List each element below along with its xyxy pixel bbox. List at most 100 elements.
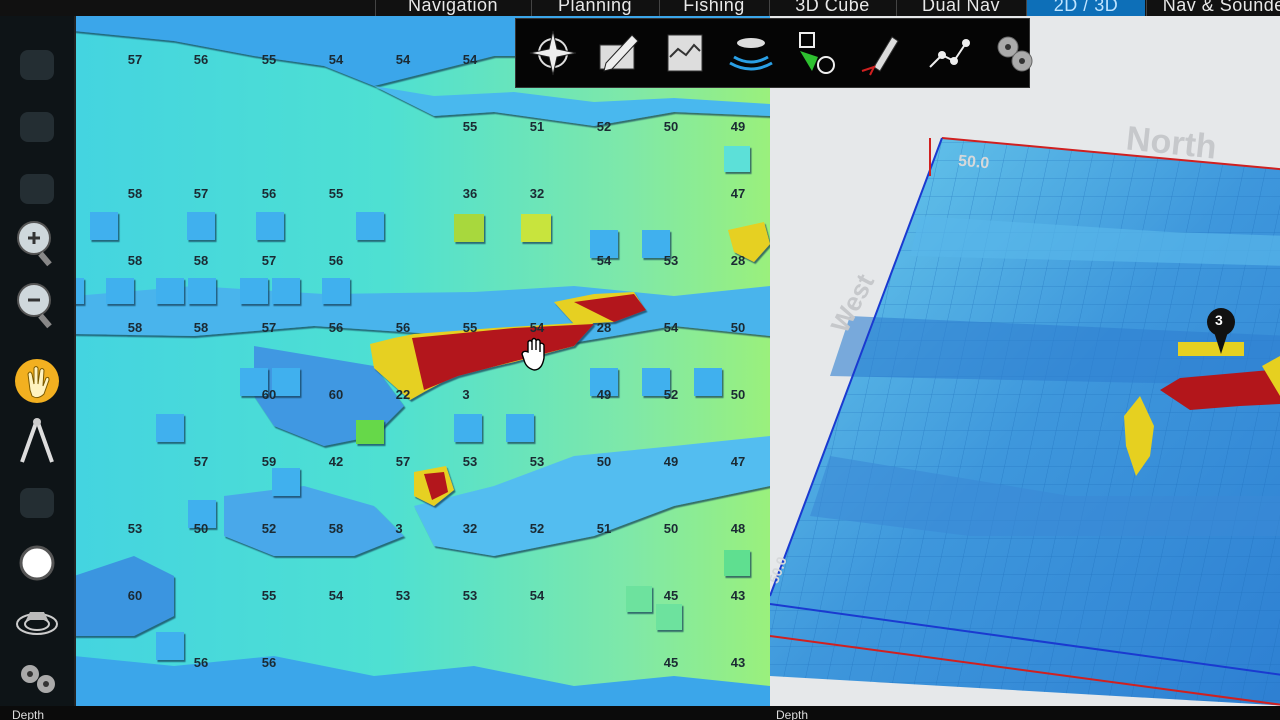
depth-sounding-label: 56: [261, 186, 277, 201]
pan-hand-icon[interactable]: [10, 354, 64, 408]
boat-route-icon[interactable]: [922, 27, 976, 79]
depth-sounding-label: 50: [663, 521, 679, 536]
settings-gears-icon[interactable]: [988, 27, 1042, 79]
depth-sounding-label: 50: [730, 320, 746, 335]
depth-sounding-label: 28: [730, 253, 746, 268]
center-boat-icon[interactable]: [10, 536, 64, 590]
depth-sounding-label: 53: [663, 253, 679, 268]
depth-sounding-label: 50: [730, 387, 746, 402]
depth-sounding-label: 45: [663, 655, 679, 670]
depth-sounding-label: 49: [596, 387, 612, 402]
depth-sounding-label: 55: [261, 52, 277, 67]
depth-sounding-label: 43: [730, 655, 746, 670]
range-rings-icon[interactable]: [10, 594, 64, 648]
depth-sounding-label: 54: [395, 52, 411, 67]
depth-sounding-label: 53: [529, 454, 545, 469]
settings-gears-icon[interactable]: [10, 650, 64, 704]
track-pen-icon[interactable]: [856, 27, 910, 79]
depth-sounding-label: 53: [127, 521, 143, 536]
left-tool-rail: [0, 16, 76, 706]
depth-sounding-label: 43: [730, 588, 746, 603]
left-depth-readout-label: Depth: [12, 708, 45, 720]
map-2d-view[interactable]: 57 56 55 54 54 54 55 51 52 50 49 58 57 56 55 36 32 47 58 58…: [74, 16, 770, 706]
depth-sounding-label: 56: [261, 655, 277, 670]
depth-sounding-label: 58: [193, 320, 209, 335]
depth-sounding-label: 3: [395, 521, 403, 536]
depth-sounding-label: 32: [462, 521, 478, 536]
depth-sounding-label: 54: [328, 588, 344, 603]
depth-sounding-label: 32: [529, 186, 545, 201]
waypoint-route-icon[interactable]: [790, 27, 844, 79]
depth-sounding-label: 55: [328, 186, 344, 201]
overlay-3-icon[interactable]: [10, 162, 64, 216]
depth-sounding-label: 55: [462, 119, 478, 134]
map-3d-view[interactable]: North West 50.0 50.0 3: [770, 16, 1280, 706]
depth-sounding-label: 54: [529, 320, 545, 335]
tab-fishing[interactable]: Fishing: [659, 0, 768, 16]
tab-2d-3d[interactable]: 2D / 3D: [1026, 0, 1145, 16]
depth-sounding-label: 47: [730, 454, 746, 469]
depth-sounding-label: 58: [127, 253, 143, 268]
depth-sounding-label: 22: [395, 387, 411, 402]
measure-compass-icon[interactable]: [10, 414, 64, 468]
depth-sounding-label: 52: [529, 521, 545, 536]
depth-sounding-label: 58: [127, 186, 143, 201]
chart-layers-icon[interactable]: [658, 27, 712, 79]
depth-sounding-label: 56: [193, 52, 209, 67]
zoom-in-icon[interactable]: [10, 216, 64, 270]
depth-sounding-label: 51: [529, 119, 545, 134]
depth-sounding-label: 57: [193, 186, 209, 201]
tab-nav-sounder[interactable]: Nav & Sounder: [1146, 0, 1280, 16]
tab-navigation[interactable]: Navigation: [375, 0, 530, 16]
overlay-2-icon[interactable]: [10, 100, 64, 154]
depth-sounding-label: 50: [663, 119, 679, 134]
top-depth-scale: 50.0: [957, 152, 990, 173]
depth-sounding-label: 54: [462, 52, 478, 67]
overlay-4-icon[interactable]: [10, 476, 64, 530]
depth-sounding-label: 57: [193, 454, 209, 469]
depth-sounding-label: 48: [730, 521, 746, 536]
depth-sounding-label: 3: [462, 387, 470, 402]
depth-sounding-label: 57: [261, 253, 277, 268]
depth-sounding-label: 58: [193, 253, 209, 268]
depth-sounding-label: 54: [529, 588, 545, 603]
depth-sounding-label: 52: [261, 521, 277, 536]
depth-sounding-label: 49: [663, 454, 679, 469]
depth-sounding-label: 52: [596, 119, 612, 134]
depth-sounding-label: 42: [328, 454, 344, 469]
depth-sounding-label: 52: [663, 387, 679, 402]
depth-sounding-label: 57: [127, 52, 143, 67]
depth-sounding-label: 54: [596, 253, 612, 268]
top-menu-bar: Navigation Planning Fishing 3D Cube Dual Nav…: [0, 0, 1280, 16]
edit-chart-icon[interactable]: [592, 27, 646, 79]
depth-sounding-label: 53: [462, 588, 478, 603]
bathymetry-3d-canvas: [770, 137, 1280, 706]
depth-sounding-label: 56: [395, 320, 411, 335]
depth-sounding-label: 47: [730, 186, 746, 201]
depth-sounding-label: 49: [730, 119, 746, 134]
tab-3d-cube[interactable]: 3D Cube: [769, 0, 895, 16]
depth-sounding-label: 50: [193, 521, 209, 536]
depth-sounding-label: 57: [395, 454, 411, 469]
depth-sounding-label: 58: [127, 320, 143, 335]
marine-chart-app: Navigation Planning Fishing 3D Cube Dual Nav…: [0, 0, 1280, 720]
zoom-out-icon[interactable]: [10, 278, 64, 332]
chart-toolbar: [515, 18, 1033, 88]
depth-sounding-label: 58: [328, 521, 344, 536]
depth-sounding-label: 55: [261, 588, 277, 603]
depth-sounding-label: 45: [663, 588, 679, 603]
compass-rose-icon[interactable]: [526, 27, 580, 79]
tab-planning[interactable]: Planning: [531, 0, 658, 16]
depth-sounding-label: 53: [395, 588, 411, 603]
sonar-transducer-icon[interactable]: [724, 27, 778, 79]
depth-sounding-label: 51: [596, 521, 612, 536]
waypoint-marker-label: 3: [1215, 312, 1223, 328]
depth-sounding-label: 60: [127, 588, 143, 603]
tab-dual-nav[interactable]: Dual Nav: [896, 0, 1025, 16]
depth-sounding-label: 36: [462, 186, 478, 201]
overlay-1-icon[interactable]: [10, 38, 64, 92]
depth-sounding-label: 56: [193, 655, 209, 670]
depth-sounding-label: 53: [462, 454, 478, 469]
depth-sounding-label: 60: [328, 387, 344, 402]
depth-sounding-label: 54: [328, 52, 344, 67]
